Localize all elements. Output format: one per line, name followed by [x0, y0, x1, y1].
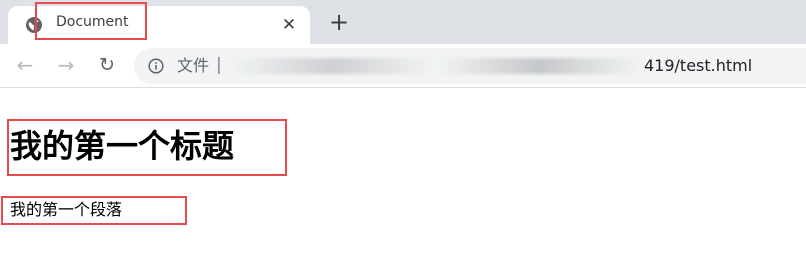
- obscured-url-region: [230, 58, 642, 74]
- globe-icon: [25, 16, 43, 34]
- address-bar[interactable]: 文件 | 419/test.html: [134, 48, 806, 84]
- tab-title: Document: [56, 14, 129, 30]
- browser-tab[interactable]: Document ✕: [8, 6, 310, 44]
- page-heading: 我的第一个标题: [10, 127, 235, 165]
- page-paragraph: 我的第一个段落: [10, 200, 123, 219]
- address-scheme-label: 文件: [177, 56, 210, 75]
- back-button[interactable]: ←: [14, 54, 36, 76]
- info-icon[interactable]: [148, 58, 164, 74]
- browser-toolbar: ← → ↻ 文件 | 419/test.html: [0, 44, 806, 88]
- forward-button[interactable]: →: [55, 54, 77, 76]
- new-tab-button[interactable]: +: [327, 10, 351, 34]
- close-tab-button[interactable]: ✕: [279, 15, 299, 35]
- address-url-visible-end: 419/test.html: [644, 56, 753, 75]
- address-separator: |: [216, 55, 222, 75]
- tab-strip: Document ✕ +: [0, 0, 806, 44]
- reload-button[interactable]: ↻: [96, 54, 118, 76]
